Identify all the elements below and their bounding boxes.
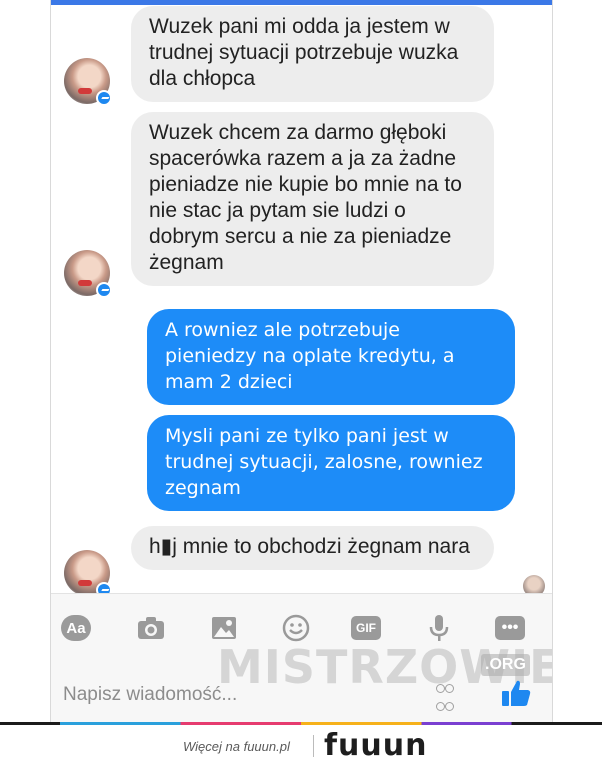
aa-icon: Aa [61, 615, 91, 641]
sticker-icon[interactable] [436, 680, 456, 711]
chat-window: Wuzek pani mi odda ja jestem w trudnej s… [50, 0, 553, 722]
message-bubble-incoming[interactable]: Wuzek pani mi odda ja jestem w trudnej s… [131, 6, 494, 102]
sender-avatar[interactable] [64, 550, 112, 598]
messenger-badge-icon [96, 90, 112, 106]
message-text: Wuzek chcem za darmo głęboki spacerówka … [149, 121, 462, 274]
message-text: Mysli pani ze tylko pani jest w trudnej … [165, 425, 483, 499]
top-accent-bar [51, 0, 552, 5]
message-text: Wuzek pani mi odda ja jestem w trudnej s… [149, 15, 459, 90]
like-icon[interactable] [500, 678, 532, 708]
more-button[interactable]: ••• [495, 614, 525, 642]
image-icon [212, 617, 236, 639]
message-bubble-outgoing[interactable]: Mysli pani ze tylko pani jest w trudnej … [147, 415, 515, 511]
footer-divider [313, 735, 314, 757]
emoji-button[interactable] [281, 614, 311, 642]
camera-icon [138, 617, 164, 639]
text-format-button[interactable]: Aa [61, 614, 91, 642]
message-bubble-incoming[interactable]: h▮j mnie to obchodzi żegnam nara [131, 526, 494, 570]
site-logo[interactable]: fuuun [324, 728, 427, 763]
message-bubble-incoming[interactable]: Wuzek chcem za darmo głęboki spacerówka … [131, 112, 494, 286]
camera-button[interactable] [136, 614, 166, 642]
message-input[interactable]: Napisz wiadomość... [63, 684, 237, 706]
messenger-badge-icon [96, 282, 112, 298]
footer-link[interactable]: Więcej na fuuun.pl [183, 739, 290, 754]
message-composer: Aa GIF ••• MISTRZOWIE .ORG Napisz wiadom… [51, 593, 552, 722]
message-text: A rowniez ale potrzebuje pieniedzy na op… [165, 319, 455, 393]
site-footer: Więcej na fuuun.pl fuuun [0, 722, 602, 765]
microphone-icon [429, 615, 449, 641]
gif-icon: GIF [351, 616, 381, 640]
sender-avatar[interactable] [64, 250, 112, 298]
more-icon: ••• [495, 616, 525, 640]
gif-button[interactable]: GIF [351, 614, 381, 642]
message-text: h▮j mnie to obchodzi żegnam nara [149, 535, 470, 558]
emoji-icon [282, 614, 310, 642]
gallery-button[interactable] [209, 614, 239, 642]
voice-button[interactable] [424, 614, 454, 642]
footer-color-stripe [0, 722, 602, 725]
sender-avatar[interactable] [64, 58, 112, 106]
watermark-suffix: .ORG [481, 654, 530, 676]
message-bubble-outgoing[interactable]: A rowniez ale potrzebuje pieniedzy na op… [147, 309, 515, 405]
